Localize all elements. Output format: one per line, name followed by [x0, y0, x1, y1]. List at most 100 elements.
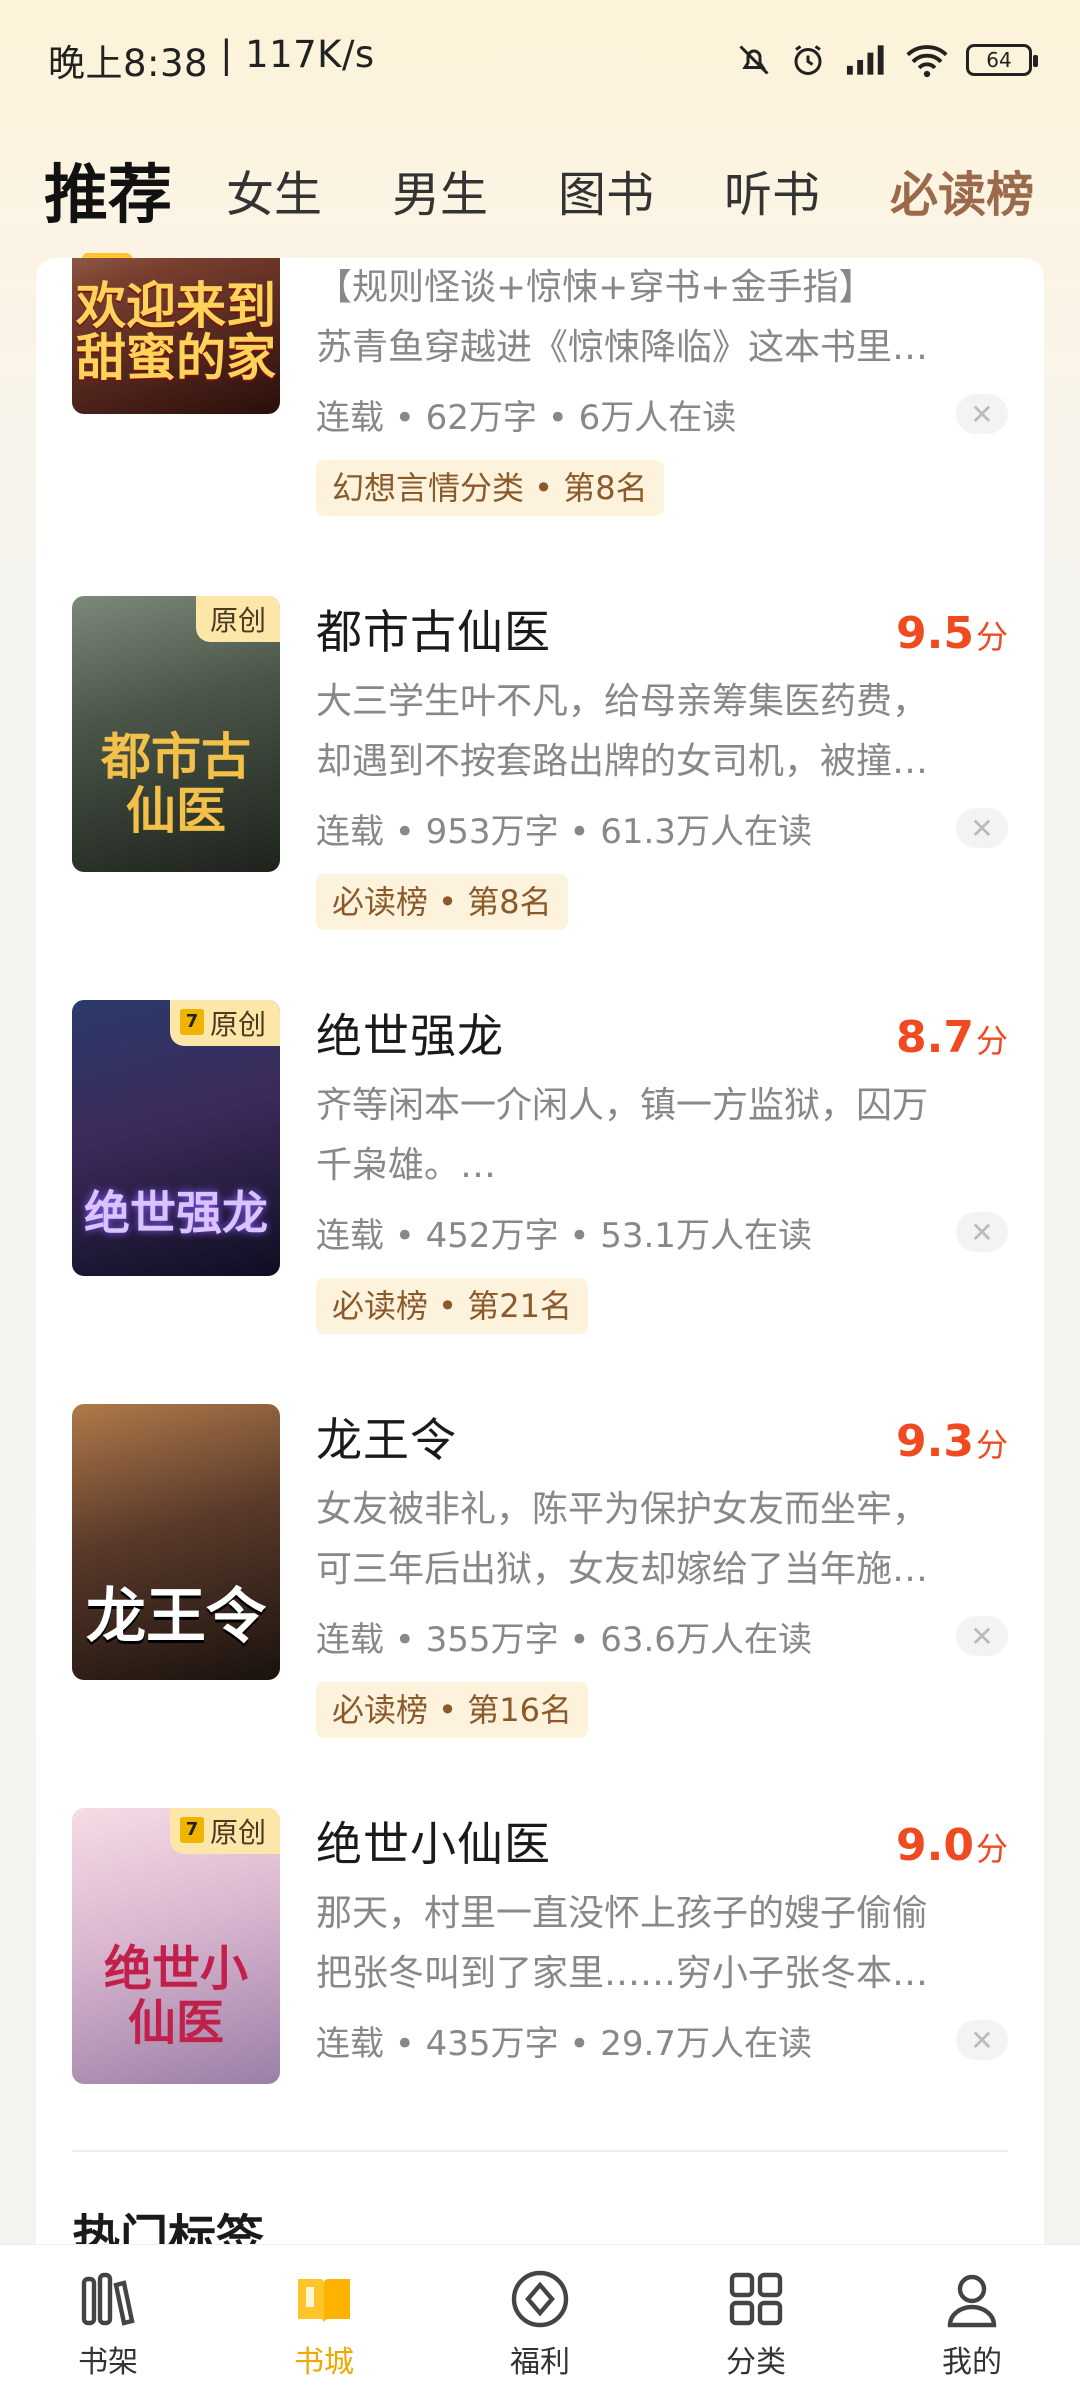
tab-male[interactable]: 男生 — [392, 155, 488, 225]
nav-label: 分类 — [726, 2344, 786, 2380]
book-meta: 连载 • 435万字 • 29.7万人在读 — [316, 2023, 812, 2064]
desc-line: 齐等闲本一介闲人，镇一方监狱，囚万 — [316, 1085, 929, 1126]
book-item[interactable]: 龙王令 龙王令 9.3分 女友被非礼，陈平为保护女友而坐牢， 可三年后出狱，女友… — [72, 1404, 1008, 1784]
title-row: 都市古仙医 9.5分 — [316, 596, 1008, 659]
rank-tag[interactable]: 必读榜 • 第8名 — [316, 874, 568, 930]
nav-bookshelf[interactable]: 书架 — [28, 2265, 188, 2381]
original-badge: 7 原创 — [169, 1808, 280, 1854]
book-title[interactable]: 绝世小仙医 — [316, 1808, 551, 1874]
badge-label: 原创 — [209, 604, 266, 637]
brand-icon: 7 — [179, 1817, 204, 1843]
status-icons: 64 — [736, 42, 1038, 78]
tab-female[interactable]: 女生 — [226, 155, 322, 225]
desc-line: 那天，村里一直没怀上孩子的嫂子偷偷 — [316, 1893, 929, 1934]
score-unit: 分 — [975, 1022, 1008, 1060]
book-meta-row: 连载 • 452万字 • 53.1万人在读 ✕ — [316, 1208, 1008, 1256]
book-item[interactable]: 7 原创 绝世小仙医 绝世小仙医 9.0分 那天，村里一直没怀上孩子的嫂子偷偷 把… — [72, 1808, 1008, 2188]
book-cover[interactable]: 7 原创 绝世小仙医 — [72, 1808, 280, 2084]
book-cover[interactable]: 原创 都市古仙医 — [72, 596, 280, 872]
dismiss-button[interactable]: ✕ — [956, 394, 1008, 434]
battery-level: 64 — [986, 48, 1012, 72]
tab-books[interactable]: 图书 — [558, 155, 654, 225]
book-meta-row: 连载 • 355万字 • 63.6万人在读 ✕ — [316, 1612, 1008, 1660]
nav-label: 我的 — [942, 2344, 1002, 2380]
battery-icon: 64 — [966, 44, 1038, 76]
desc-line: 女友被非礼，陈平为保护女友而坐牢， — [316, 1489, 929, 1530]
dismiss-button[interactable]: ✕ — [956, 1212, 1008, 1252]
nav-bookstore[interactable]: 书城 — [244, 2265, 404, 2381]
section-divider — [72, 2150, 1008, 2152]
title-row: 绝世小仙医 9.0分 — [316, 1808, 1008, 1871]
signal-icon — [846, 45, 884, 75]
book-title[interactable]: 绝世强龙 — [316, 1000, 504, 1066]
benefit-icon — [506, 2265, 574, 2333]
original-badge: 7 原创 — [169, 1000, 280, 1046]
dismiss-button[interactable]: ✕ — [956, 1616, 1008, 1656]
nav-benefits[interactable]: 福利 — [460, 2265, 620, 2381]
dismiss-button[interactable]: ✕ — [956, 2020, 1008, 2060]
book-title[interactable]: 都市古仙医 — [316, 596, 551, 662]
tab-recommend[interactable]: 推荐 — [44, 144, 172, 264]
cover-title: 都市古仙医 — [101, 727, 251, 840]
nav-label: 福利 — [510, 2344, 570, 2380]
network-speed: 117K/s — [245, 33, 375, 76]
rank-tag[interactable]: 幻想言情分类 • 第8名 — [316, 460, 664, 516]
book-description: 大三学生叶不凡，给母亲筹集医药费， 却遇到不按套路出牌的女司机，被撞… — [316, 672, 996, 792]
desc-line: 【规则怪谈+惊悚+穿书+金手指】 — [316, 267, 875, 308]
tab-audio[interactable]: 听书 — [724, 155, 820, 225]
book-cover[interactable]: 龙王令 — [72, 1404, 280, 1680]
rank-tag[interactable]: 必读榜 • 第21名 — [316, 1278, 588, 1334]
book-description: 齐等闲本一介闲人，镇一方监狱，囚万 千枭雄。… — [316, 1076, 996, 1196]
top-tabs: 推荐 女生 男生 图书 听书 必读榜 — [0, 130, 1080, 264]
book-meta: 连载 • 452万字 • 53.1万人在读 — [316, 1215, 812, 1256]
book-cover[interactable]: 7 原创 绝世强龙 — [72, 1000, 280, 1276]
book-meta: 连载 • 355万字 • 63.6万人在读 — [316, 1619, 812, 1660]
desc-line: 把张冬叫到了家里……穷小子张冬本… — [316, 1953, 929, 1994]
score-unit: 分 — [975, 618, 1008, 656]
book-cover[interactable]: 欢迎来到甜蜜的家 — [72, 258, 280, 414]
dismiss-button[interactable]: ✕ — [956, 808, 1008, 848]
book-info: 绝世小仙医 9.0分 那天，村里一直没怀上孩子的嫂子偷偷 把张冬叫到了家里……穷… — [316, 1808, 1008, 2064]
bookshelf-icon — [74, 2265, 142, 2333]
badge-label: 原创 — [209, 1816, 266, 1849]
cover-title: 欢迎来到甜蜜的家 — [76, 276, 276, 387]
mute-bell-icon — [739, 45, 769, 75]
score-value: 9.0 — [896, 1820, 974, 1871]
nav-categories[interactable]: 分类 — [676, 2265, 836, 2381]
book-meta-row: 连载 • 62万字 • 6万人在读 ✕ — [316, 390, 1008, 438]
nav-profile[interactable]: 我的 — [892, 2265, 1052, 2381]
book-item[interactable]: 原创 都市古仙医 都市古仙医 9.5分 大三学生叶不凡，给母亲筹集医药费， 却遇… — [72, 596, 1008, 976]
status-left: 晚上8:38 | 117K/s — [48, 33, 375, 87]
nav-label: 书架 — [78, 2344, 138, 2380]
desc-line: 苏青鱼穿越进《惊悚降临》这本书里… — [316, 327, 929, 368]
book-meta: 连载 • 62万字 • 6万人在读 — [316, 397, 737, 438]
wifi-icon — [906, 45, 948, 78]
book-description: 那天，村里一直没怀上孩子的嫂子偷偷 把张冬叫到了家里……穷小子张冬本… — [316, 1884, 996, 2004]
book-score: 9.5分 — [896, 608, 1008, 659]
book-info: 绝世强龙 8.7分 齐等闲本一介闲人，镇一方监狱，囚万 千枭雄。… 连载 • 4… — [316, 1000, 1008, 1334]
book-item[interactable]: 欢迎来到甜蜜的家 【规则怪谈+惊悚+穿书+金手指】 苏青鱼穿越进《惊悚降临》这本… — [72, 258, 1008, 518]
grid-icon — [722, 2265, 790, 2333]
book-description: 女友被非礼，陈平为保护女友而坐牢， 可三年后出狱，女友却嫁给了当年施… — [316, 1480, 996, 1600]
status-bar: 晚上8:38 | 117K/s 64 — [0, 0, 1080, 120]
book-description: 【规则怪谈+惊悚+穿书+金手指】 苏青鱼穿越进《惊悚降临》这本书里… — [316, 258, 996, 378]
score-unit: 分 — [975, 1830, 1008, 1868]
book-meta-row: 连载 • 953万字 • 61.3万人在读 ✕ — [316, 804, 1008, 852]
tab-must-read[interactable]: 必读榜 — [890, 155, 1034, 225]
score-value: 9.5 — [896, 608, 974, 659]
book-title[interactable]: 龙王令 — [316, 1404, 457, 1470]
desc-line: 却遇到不按套路出牌的女司机，被撞… — [316, 741, 929, 782]
book-meta: 连载 • 953万字 • 61.3万人在读 — [316, 811, 812, 852]
brand-icon: 7 — [179, 1009, 204, 1035]
book-open-icon — [290, 2265, 358, 2333]
title-row: 绝世强龙 8.7分 — [316, 1000, 1008, 1063]
book-score: 8.7分 — [896, 1012, 1008, 1063]
book-score: 9.3分 — [896, 1416, 1008, 1467]
book-item[interactable]: 7 原创 绝世强龙 绝世强龙 8.7分 齐等闲本一介闲人，镇一方监狱，囚万 千枭雄… — [72, 1000, 1008, 1380]
alarm-icon — [794, 45, 822, 75]
rank-tag[interactable]: 必读榜 • 第16名 — [316, 1682, 588, 1738]
score-value: 9.3 — [896, 1416, 974, 1467]
status-separator: | — [220, 33, 234, 76]
nav-label: 书城 — [294, 2344, 354, 2380]
book-info: 都市古仙医 9.5分 大三学生叶不凡，给母亲筹集医药费， 却遇到不按套路出牌的女… — [316, 596, 1008, 930]
